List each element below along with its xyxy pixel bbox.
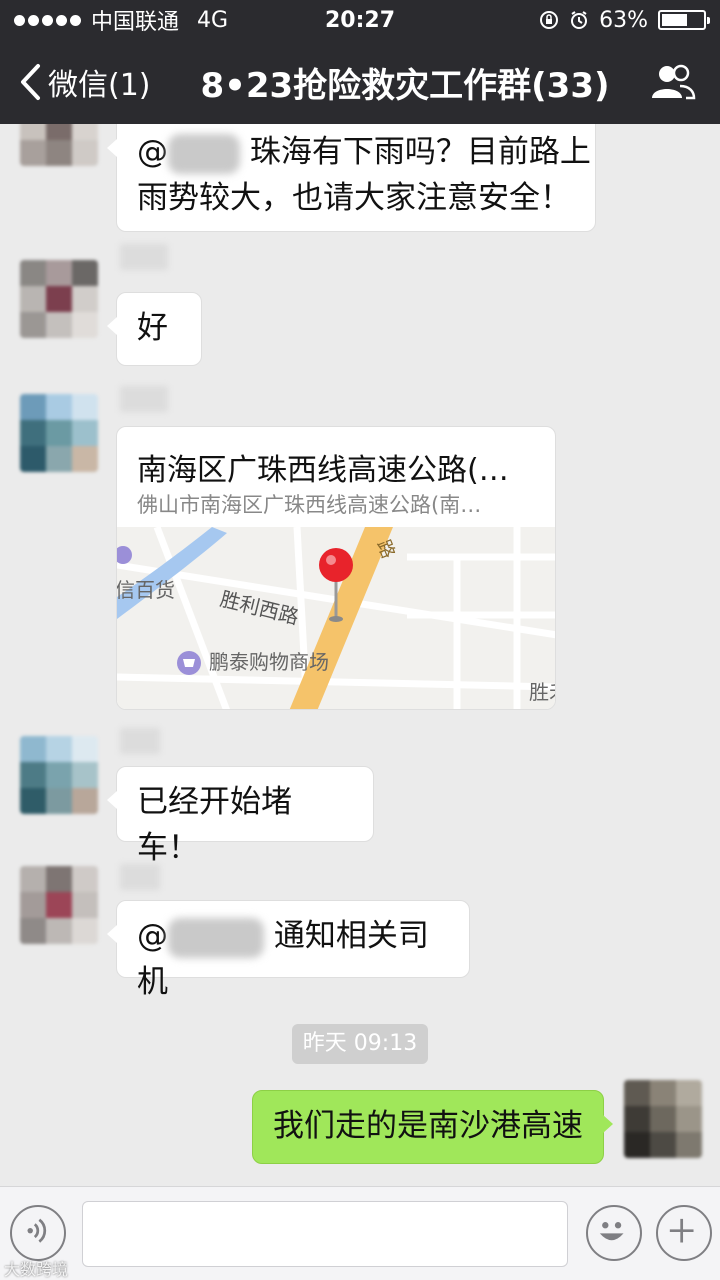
plus-icon (669, 1218, 694, 1243)
group-members-icon[interactable] (650, 62, 696, 102)
message-input[interactable] (82, 1201, 568, 1267)
chat-header: 微信(1) 8•23抢险救灾工作群(33) (0, 40, 720, 124)
location-map[interactable]: 信百货 胜利西路 鹏泰购物商场 胜禾 路 (117, 527, 556, 710)
avatar[interactable] (20, 866, 98, 944)
avatar[interactable] (20, 736, 98, 814)
battery-icon (658, 10, 710, 30)
sender-name (120, 728, 160, 754)
avatar[interactable] (20, 394, 98, 472)
location-address: 佛山市南海区广珠西线高速公路(南… (137, 493, 482, 517)
battery-percent: 63% (599, 7, 648, 33)
input-bar (0, 1186, 720, 1280)
location-title: 南海区广珠西线高速公路(… (137, 453, 509, 488)
voice-icon (27, 1218, 47, 1243)
message-bubble-self[interactable]: 我们走的是南沙港高速 (252, 1090, 613, 1164)
back-button[interactable]: 微信(1) (0, 40, 151, 124)
redacted-mention (168, 917, 264, 958)
message-text: 我们走的是南沙港高速 (273, 1108, 583, 1144)
avatar[interactable] (20, 260, 98, 338)
watermark-text: 大数跨境 (4, 1260, 69, 1279)
emoji-button[interactable] (586, 1205, 642, 1261)
message-bubble[interactable]: 已经开始堵车！ (107, 766, 374, 866)
message-bubble[interactable]: @ 通知相关司机 (107, 900, 470, 1000)
message-text: 已经开始堵车！ (137, 784, 292, 866)
map-label-corner: 胜禾 (529, 680, 556, 704)
redacted-mention (168, 133, 240, 174)
mention-prefix: @ (137, 134, 168, 170)
chevron-left-icon (21, 64, 40, 100)
chat-title: 8•23抢险救灾工作群(33) (200, 65, 610, 106)
message-text: 雨势较大，也请大家注意安全！ (137, 180, 571, 216)
emoji-icon (599, 1222, 624, 1241)
sender-name (120, 864, 160, 890)
avatar[interactable] (20, 124, 98, 166)
message-bubble[interactable]: @ 珠海有下雨吗？目前路上 雨势较大，也请大家注意安全！ (107, 124, 596, 232)
location-card[interactable]: 南海区广珠西线高速公路(… 佛山市南海区广珠西线高速公路(南… 信百货 胜利西路… (116, 426, 556, 710)
message-text: 珠海有下雨吗？目前路上 (249, 134, 591, 170)
sender-name (120, 386, 168, 412)
sender-name (120, 244, 168, 270)
battery-level (662, 14, 688, 26)
watermark: 大数跨境 (4, 1256, 68, 1280)
avatar-self[interactable] (624, 1080, 702, 1158)
rotation-lock-icon (540, 11, 559, 29)
signal-strength-icon (14, 14, 81, 26)
timestamp-divider: 昨天 09:13 (292, 1024, 428, 1064)
status-bar: 中国联通 4G 20:27 63% (0, 0, 720, 40)
message-text: 好 (137, 310, 168, 346)
mention-prefix: @ (137, 918, 168, 954)
alarm-icon (571, 11, 588, 29)
back-label: 微信(1) (48, 68, 151, 103)
message-bubble[interactable]: 好 (107, 292, 202, 366)
map-label-store: 信百货 (117, 578, 175, 602)
more-button[interactable] (656, 1205, 712, 1261)
message-list[interactable]: @ 珠海有下雨吗？目前路上 雨势较大，也请大家注意安全！ 好 南海区广珠西线高速… (0, 124, 720, 1186)
carrier-name: 中国联通 (91, 10, 180, 35)
voice-button[interactable] (10, 1205, 66, 1261)
map-label-mall: 鹏泰购物商场 (209, 650, 329, 674)
network-type: 4G (197, 7, 229, 33)
